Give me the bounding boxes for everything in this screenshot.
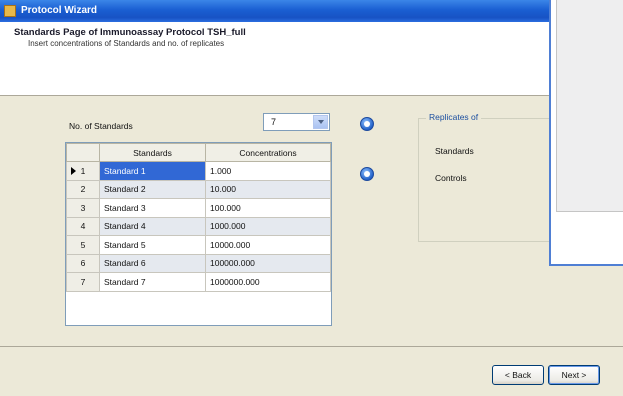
replicates-group-title: Replicates of — [426, 112, 482, 122]
row-header[interactable]: 5 — [66, 235, 100, 255]
concentration-cell[interactable]: 10.000 — [205, 179, 331, 199]
column-header-concentrations[interactable]: Concentrations — [205, 143, 331, 162]
standard-name-cell[interactable]: Standard 7 — [99, 272, 206, 292]
concentration-cell[interactable]: 1.000 — [205, 161, 331, 181]
table-row[interactable]: 7 Standard 7 1000000.000 — [66, 272, 331, 292]
concentration-cell[interactable]: 1000000.000 — [205, 272, 331, 292]
concentration-cell[interactable]: 100.000 — [205, 198, 331, 218]
table-row[interactable]: 2 Standard 2 10.000 — [66, 179, 331, 199]
page-subtitle: Insert concentrations of Standards and n… — [28, 39, 225, 48]
info-standards-icon[interactable] — [360, 117, 374, 131]
standard-name-cell[interactable]: Standard 4 — [99, 216, 206, 236]
standards-count-select[interactable]: 7 — [263, 113, 330, 131]
standard-name-cell[interactable]: Standard 6 — [99, 253, 206, 273]
table-row[interactable]: 4 Standard 4 1000.000 — [66, 216, 331, 236]
row-header[interactable]: 1 — [66, 161, 100, 181]
row-header[interactable]: 2 — [66, 179, 100, 199]
window-title: Protocol Wizard — [21, 5, 98, 16]
footer-separator — [0, 346, 623, 347]
page-title: Standards Page of Immunoassay Protocol T… — [14, 27, 246, 38]
row-header[interactable]: 7 — [66, 272, 100, 292]
standards-count-value: 7 — [271, 117, 277, 127]
standard-name-cell[interactable]: Standard 1 — [99, 161, 206, 181]
protocol-wizard-window: Protocol Wizard Standards Page of Immuno… — [0, 0, 623, 396]
column-header-standards[interactable]: Standards — [99, 143, 206, 162]
standard-name-cell[interactable]: Standard 5 — [99, 235, 206, 255]
next-button[interactable]: Next > — [548, 365, 600, 385]
row-header[interactable]: 4 — [66, 216, 100, 236]
replicates-standards-label: Standards — [435, 146, 474, 156]
concentration-cell[interactable]: 10000.000 — [205, 235, 331, 255]
table-row[interactable]: 3 Standard 3 100.000 — [66, 198, 331, 218]
table-row[interactable]: 5 Standard 5 10000.000 — [66, 235, 331, 255]
table-row[interactable]: 1 Standard 1 1.000 — [66, 161, 331, 181]
table-row[interactable]: 6 Standard 6 100000.000 — [66, 253, 331, 273]
grid-corner-header — [66, 143, 100, 162]
app-icon — [4, 5, 16, 17]
concentration-cell[interactable]: 1000.000 — [205, 216, 331, 236]
replicates-controls-label: Controls — [435, 173, 467, 183]
row-header[interactable]: 3 — [66, 198, 100, 218]
overlapping-window-panel — [556, 0, 623, 212]
concentration-cell[interactable]: 100000.000 — [205, 253, 331, 273]
standards-count-label: No. of Standards — [69, 121, 133, 131]
row-header[interactable]: 6 — [66, 253, 100, 273]
standard-name-cell[interactable]: Standard 3 — [99, 198, 206, 218]
overlapping-window — [549, 0, 623, 266]
standards-grid[interactable]: Standards Concentrations 1 Standard 1 1.… — [65, 142, 332, 326]
back-button[interactable]: < Back — [492, 365, 544, 385]
info-concentrations-icon[interactable] — [360, 167, 374, 181]
current-row-icon — [71, 167, 76, 175]
title-bar: Protocol Wizard — [0, 0, 623, 22]
standard-name-cell[interactable]: Standard 2 — [99, 179, 206, 199]
chevron-down-icon[interactable] — [313, 115, 328, 129]
